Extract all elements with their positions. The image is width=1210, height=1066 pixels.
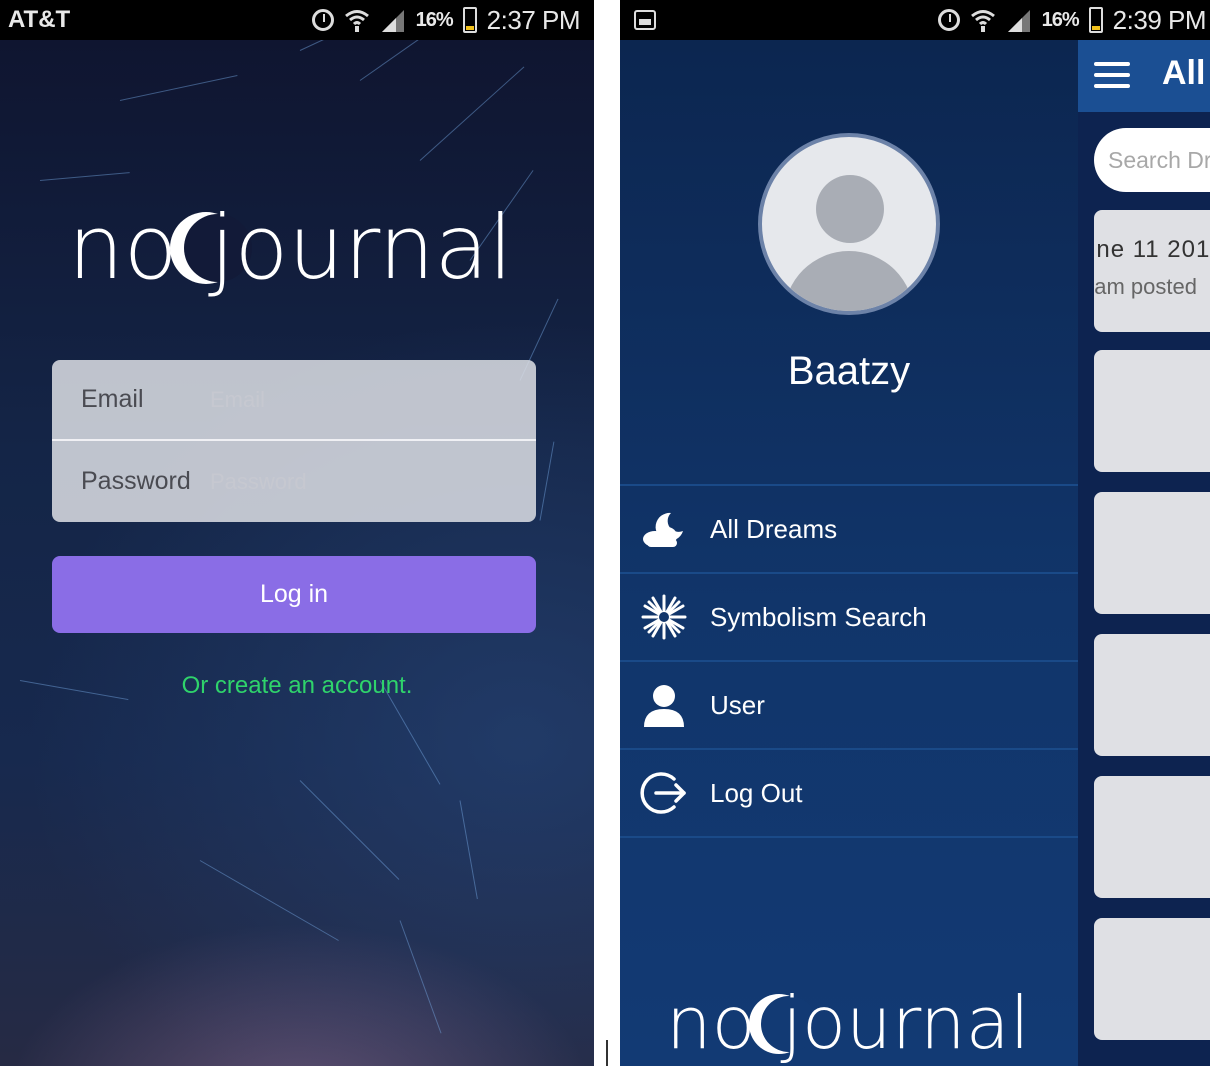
user-icon — [640, 681, 688, 729]
login-form: Email Password — [52, 360, 536, 522]
logout-icon — [640, 769, 688, 817]
snowflake-icon — [640, 593, 688, 641]
battery-percent: 16% — [415, 8, 454, 31]
svg-text:no: no — [68, 196, 178, 299]
svg-text:no: no — [666, 982, 756, 1065]
menu-screen: 16% 2:39 PM All une 11 201 eam posted Ba… — [620, 0, 1210, 1066]
wifi-icon — [970, 10, 995, 32]
password-row: Password — [52, 441, 536, 522]
battery-icon — [1088, 7, 1103, 33]
alarm-icon — [311, 9, 334, 31]
gallery-notification-icon — [634, 10, 656, 30]
battery-icon — [462, 7, 477, 33]
menu-item-user[interactable]: User — [620, 662, 1078, 750]
carrier-label: AT&T — [8, 6, 71, 33]
create-account-link[interactable]: Or create an account. — [0, 672, 594, 700]
main-content: All une 11 201 eam posted — [1078, 40, 1210, 1066]
username: Baatzy — [787, 349, 911, 393]
status-bar: 16% 2:39 PM — [620, 0, 1210, 40]
status-bar: AT&T 16% 2:37 PM — [0, 0, 594, 40]
dream-card[interactable]: une 11 201 eam posted — [1094, 210, 1210, 332]
dream-date: une 11 201 — [1094, 236, 1210, 263]
top-app-bar: All — [1078, 40, 1210, 112]
svg-text:journal: journal — [780, 982, 1030, 1065]
divider — [606, 1040, 608, 1066]
moon-cloud-icon — [640, 505, 688, 553]
dream-card[interactable] — [1094, 634, 1210, 756]
clock: 2:37 PM — [486, 4, 581, 35]
avatar[interactable] — [758, 133, 940, 315]
page-title: All — [1162, 54, 1206, 92]
email-field[interactable] — [210, 386, 490, 413]
menu-label-all-dreams: All Dreams — [710, 513, 838, 544]
battery-percent: 16% — [1041, 8, 1080, 31]
menu-label-log-out: Log Out — [710, 777, 803, 808]
search-dreams-input[interactable] — [1094, 128, 1210, 192]
dream-card[interactable] — [1094, 776, 1210, 898]
login-screen: AT&T 16% 2:37 PM no journal Email Email … — [0, 0, 594, 1066]
menu-item-symbolism-search[interactable]: Symbolism Search — [620, 574, 1078, 662]
nojournal-logo: no journal — [666, 982, 1030, 1065]
wifi-icon — [344, 10, 369, 32]
menu-item-log-out[interactable]: Log Out — [620, 750, 1078, 838]
drawer-menu: All Dreams Symbolism Search User Log Out — [620, 484, 1078, 838]
menu-label-symbolism-search: Symbolism Search — [710, 601, 927, 632]
hamburger-menu-icon[interactable] — [1094, 62, 1130, 92]
email-row: Email — [52, 360, 536, 441]
menu-label-user: User — [710, 689, 765, 720]
login-button[interactable]: Log in — [52, 556, 536, 633]
nojournal-logo: no journal — [68, 196, 513, 299]
dream-card[interactable] — [1094, 918, 1210, 1040]
side-drawer: Baatzy All Dreams Symbolism Search User … — [620, 40, 1078, 1066]
dream-poster: eam posted — [1094, 274, 1197, 299]
starfield-background — [0, 0, 594, 1066]
dream-card[interactable] — [1094, 492, 1210, 614]
email-label: Email — [81, 385, 144, 413]
signal-icon — [381, 10, 404, 32]
password-field[interactable] — [210, 468, 490, 495]
svg-text:journal: journal — [208, 196, 513, 299]
signal-icon — [1007, 10, 1030, 32]
dream-card[interactable] — [1094, 350, 1210, 472]
menu-item-all-dreams[interactable]: All Dreams — [620, 486, 1078, 574]
alarm-icon — [937, 9, 960, 31]
clock: 2:39 PM — [1112, 4, 1207, 35]
password-label: Password — [81, 467, 191, 495]
